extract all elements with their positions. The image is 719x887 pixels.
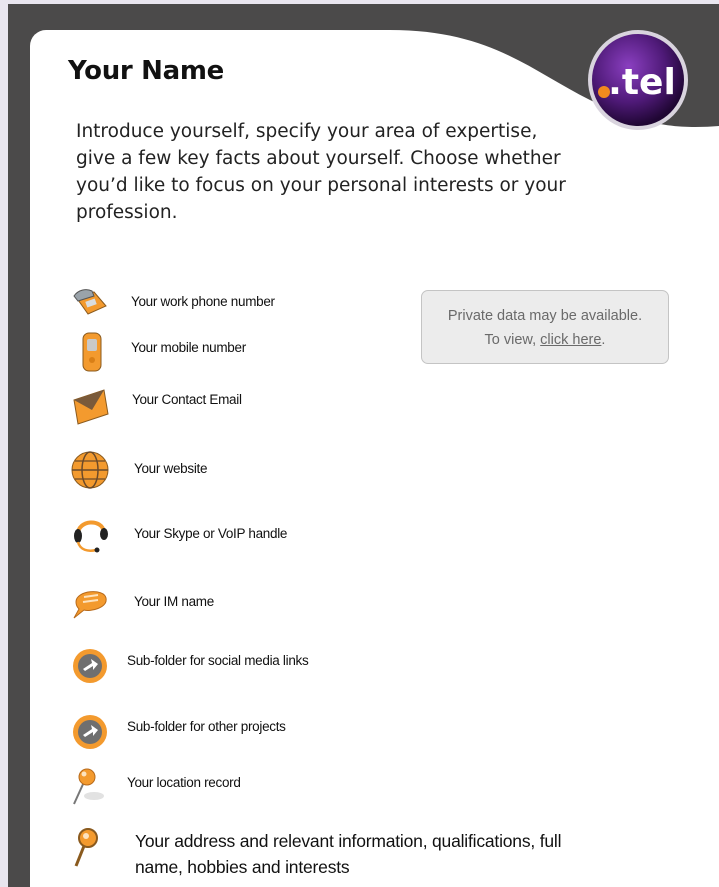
chat-bubble-icon (73, 591, 107, 619)
click-here-link[interactable]: click here (540, 332, 601, 348)
record-label: Your location record (127, 775, 241, 790)
record-label: Your work phone number (131, 294, 275, 309)
logo-text: .tel (608, 62, 676, 103)
tel-logo: .tel (588, 30, 688, 130)
record-label: Your Skype or VoIP handle (134, 526, 288, 541)
record-label: Your website (134, 461, 208, 476)
private-data-notice: Private data may be available. To view, … (421, 290, 669, 364)
magnifier-icon (74, 828, 98, 867)
record-label: Sub-folder for other projects (127, 719, 286, 734)
record-label: Your IM name (134, 594, 214, 609)
intro-text: Introduce yourself, specify your area of… (76, 121, 566, 223)
record-label: Your Contact Email (132, 392, 242, 407)
record-label: Sub-folder for social media links (127, 653, 309, 668)
subfolder-arrow-icon (73, 715, 107, 749)
page-title: Your Name (68, 56, 225, 86)
mobile-phone-icon (82, 332, 102, 372)
location-pin-icon (73, 768, 104, 805)
headset-icon (74, 520, 108, 553)
record-label: Your address and relevant information, q… (135, 831, 562, 877)
globe-icon (71, 451, 109, 489)
subfolder-arrow-icon (73, 649, 107, 683)
record-label: Your mobile number (131, 340, 246, 355)
private-notice-line2: To view, click here. (484, 332, 606, 348)
phone-icon (73, 289, 107, 315)
private-notice-line1: Private data may be available. (447, 308, 643, 324)
envelope-icon (73, 389, 109, 425)
